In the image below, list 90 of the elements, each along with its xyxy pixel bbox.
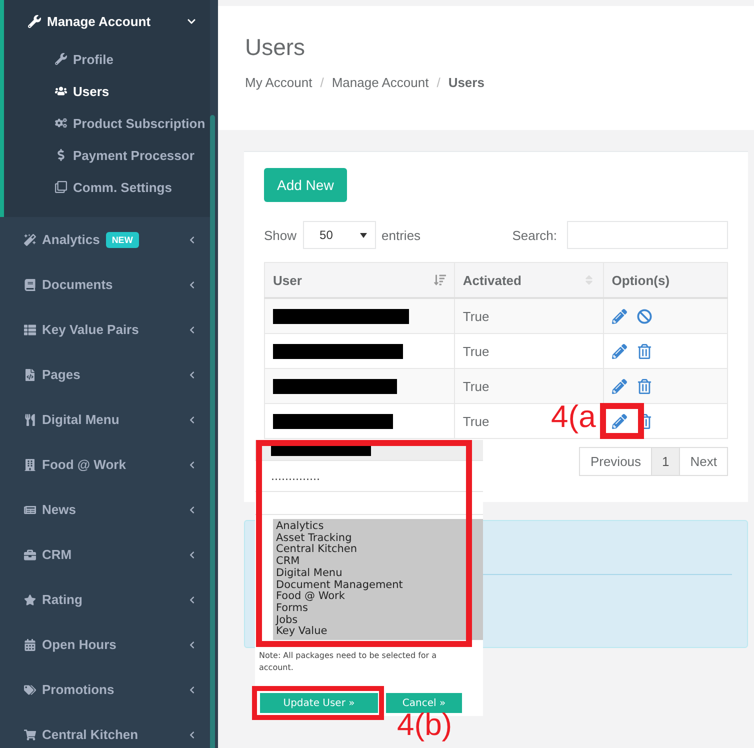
sidebar-item[interactable]: Analytics NEW (0, 217, 210, 262)
note-text: account. (259, 662, 294, 674)
chevron-left-icon (188, 730, 196, 738)
wrench-icon (28, 15, 41, 28)
chevron-down-icon (187, 17, 196, 26)
gears-icon (55, 117, 67, 129)
chevron-left-icon (188, 416, 196, 424)
building-icon (24, 458, 36, 470)
utensils-icon (24, 414, 36, 426)
breadcrumb-link[interactable]: My Account (245, 75, 312, 90)
pencil-icon[interactable] (612, 344, 627, 358)
search-field[interactable] (567, 221, 728, 249)
chevron-left-icon (188, 326, 196, 334)
chevron-left-icon (188, 640, 196, 648)
pagination-button[interactable]: Previous (579, 447, 652, 476)
file-code-icon (24, 368, 36, 380)
chevron-left-icon (188, 596, 196, 604)
package-option[interactable]: Digital Menu (276, 568, 480, 580)
pencil-icon[interactable] (612, 414, 627, 428)
sidebar-subitem[interactable]: Payment Processor (4, 139, 210, 171)
chevron-left-icon (188, 280, 196, 288)
book-icon (24, 278, 36, 290)
sidebar-item[interactable]: Manage Account (4, 14, 210, 29)
entries-label: entries (382, 228, 421, 242)
list-icon (24, 324, 36, 336)
annotation-box (600, 403, 644, 439)
package-option[interactable]: Analytics (276, 521, 480, 533)
sidebar-item[interactable]: Documents (0, 262, 210, 307)
sidebar-item[interactable]: Rating (0, 577, 210, 622)
new-badge: NEW (106, 232, 139, 248)
pencil-icon[interactable] (612, 308, 627, 324)
pencil-icon[interactable] (612, 378, 627, 394)
wrench-icon (55, 53, 67, 65)
sidebar-item[interactable]: Digital Menu (0, 397, 210, 442)
package-option[interactable]: Asset Tracking (276, 532, 480, 544)
dollar-icon (55, 149, 67, 161)
caret-icon (360, 232, 367, 238)
chevron-left-icon (188, 506, 196, 514)
page-size-select[interactable]: 50 (302, 221, 376, 249)
trash-icon[interactable] (636, 378, 652, 394)
column-header[interactable]: Activated (454, 262, 604, 298)
sidebar-item[interactable]: Central Kitchen (0, 712, 210, 748)
package-listbox[interactable]: Analytics Asset Tracking Central Kitchen CRM Digital Menu Document Management Food @ Work Forms Jobs Key Value (273, 519, 483, 640)
sidebar-item[interactable]: Promotions (0, 667, 210, 712)
sidebar-subitem[interactable]: Profile (4, 43, 210, 75)
scrollbar-thumb[interactable] (210, 115, 215, 748)
page-title: Users (245, 34, 306, 61)
sidebar-subitem[interactable]: Users (4, 75, 210, 107)
search-label: Search: (512, 228, 557, 242)
pagination-button[interactable]: Next (679, 447, 728, 476)
column-header[interactable]: Option(s) (603, 262, 728, 298)
tags-icon (24, 684, 36, 696)
breadcrumb-link[interactable]: Manage Account (332, 75, 429, 90)
package-option[interactable]: Food @ Work (276, 591, 480, 603)
package-option[interactable]: Central Kitchen (276, 544, 480, 556)
chevron-left-icon (188, 686, 196, 694)
users-icon (55, 85, 67, 97)
sidebar-item[interactable]: Open Hours (0, 622, 210, 667)
chevron-left-icon (188, 236, 196, 244)
chevron-left-icon (188, 370, 196, 378)
password-field[interactable]: .............. (271, 470, 320, 482)
sidebar-item[interactable]: CRM (0, 532, 210, 577)
briefcase-icon (24, 548, 36, 560)
newspaper-icon (24, 504, 36, 516)
breadcrumb-separator: / (436, 75, 440, 90)
copy-icon (55, 181, 67, 193)
chevron-left-icon (188, 460, 196, 468)
magic-wand-icon (24, 234, 36, 246)
ban-icon[interactable] (636, 308, 652, 324)
sidebar-subitem[interactable]: Product Subscription (4, 107, 210, 139)
sidebar-item[interactable]: Key Value Pairs (0, 307, 210, 352)
trash-icon[interactable] (636, 344, 652, 358)
star-icon (24, 594, 36, 606)
package-option[interactable]: Forms (276, 602, 480, 615)
cart-icon (24, 728, 36, 740)
column-header[interactable]: User (264, 262, 454, 298)
package-option[interactable]: CRM (276, 556, 480, 568)
note-text: Note: All packages need to be selected for a (259, 650, 438, 662)
show-label: Show (264, 228, 297, 242)
calendar-icon (24, 638, 36, 650)
package-option[interactable]: Key Value (276, 626, 480, 638)
chevron-left-icon (188, 550, 196, 558)
package-option[interactable]: Jobs (276, 614, 480, 626)
pagination-button[interactable]: 1 (651, 447, 680, 476)
sidebar-item[interactable]: Food @ Work (0, 442, 210, 487)
sidebar-subitem[interactable]: Comm. Settings (4, 171, 210, 203)
package-option[interactable]: Document Management (276, 580, 480, 592)
sidebar-item[interactable]: News (0, 487, 210, 532)
breadcrumb-separator: / (320, 75, 324, 90)
sidebar-item[interactable]: Pages (0, 352, 210, 397)
